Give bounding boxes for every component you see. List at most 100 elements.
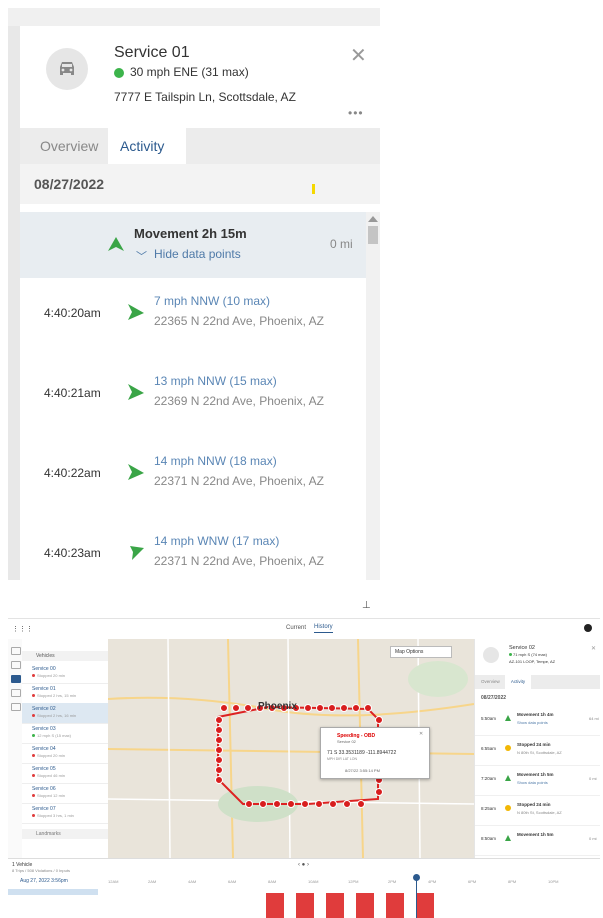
close-icon[interactable]: ✕ [419, 731, 423, 737]
vehicle-list-status: Stopped 2 hrs, 15 min [37, 693, 77, 698]
vehicle-list-status: 12 mph S (15 max) [37, 733, 72, 738]
speeding-marker[interactable] [273, 800, 281, 808]
landmarks-header[interactable] [22, 829, 108, 839]
tab-history[interactable]: History [314, 624, 333, 633]
activity-title: Movement 1h 4m [517, 712, 554, 717]
speeding-marker[interactable] [329, 800, 337, 808]
rail-landmark-icon[interactable] [11, 689, 21, 697]
timeline-tick: 4AM [188, 879, 197, 884]
map[interactable]: Map Options Phoenix Speeding - OBD Servi… [108, 639, 474, 858]
tab-current[interactable]: Current [286, 625, 306, 631]
close-icon[interactable]: ✕ [350, 46, 367, 66]
trip-bar[interactable] [326, 893, 344, 918]
scroll-thumb[interactable] [368, 226, 378, 244]
map-options-dropdown[interactable]: Map Options [390, 646, 452, 658]
scroll-up-icon[interactable] [368, 216, 378, 222]
vehicle-list-item[interactable]: Service 05 Stopped 46 min [22, 763, 108, 784]
timeline-selected-vehicle[interactable] [8, 889, 98, 895]
data-point-speed: 14 mph NNW (18 max) [154, 454, 277, 468]
timeline-tick: 6AM [228, 879, 237, 884]
vehicle-list-item[interactable]: Service 02 Stopped 2 hrs, 16 min [22, 703, 108, 724]
activity-time: 6:55am [481, 746, 497, 751]
speeding-marker[interactable] [375, 716, 383, 724]
show-data-points-link[interactable]: Show data points [517, 780, 548, 785]
vehicles-header[interactable] [22, 651, 108, 661]
timeline-tick: 8AM [268, 879, 277, 884]
timeline-summary: 8 Trips / 508 Violations / 0 Inputs [12, 868, 70, 873]
app-grid-icon[interactable]: ⋮⋮⋮ [12, 625, 33, 633]
speeding-marker[interactable] [343, 800, 351, 808]
speeding-marker[interactable] [316, 704, 324, 712]
show-data-points-link[interactable]: Show data points [517, 720, 548, 725]
status-dot-icon [114, 68, 124, 78]
speeding-marker[interactable] [215, 756, 223, 764]
speeding-marker[interactable] [328, 704, 336, 712]
vehicle-list-item[interactable]: Service 04 Stopped 20 min [22, 743, 108, 764]
trip-bar[interactable] [266, 893, 284, 918]
tab-activity[interactable]: Activity [108, 128, 186, 164]
vehicle-list-item[interactable]: Service 06 Stopped 12 min [22, 783, 108, 804]
speeding-marker[interactable] [304, 704, 312, 712]
close-icon[interactable]: ✕ [591, 645, 596, 652]
speeding-marker[interactable] [352, 704, 360, 712]
trip-bar[interactable] [386, 893, 404, 918]
vehicle-list-item[interactable]: Service 00 Stopped 20 min [22, 663, 108, 684]
speeding-marker[interactable] [215, 766, 223, 774]
vehicle-list-item[interactable]: Service 07 Stopped 3 hrs, 1 min [22, 803, 108, 824]
trip-bar[interactable] [356, 893, 374, 918]
activity-row[interactable]: 5:50am Movement 1h 4m Show data points 64 m… [475, 705, 600, 736]
data-point-row[interactable]: 4:40:23am 14 mph WNW (17 max) 22371 N 22… [20, 518, 366, 580]
speeding-marker[interactable] [232, 704, 240, 712]
tab-activity[interactable]: Activity [505, 675, 531, 689]
speeding-marker[interactable] [287, 800, 295, 808]
trip-bar[interactable] [416, 893, 434, 918]
status-dot-icon [32, 754, 35, 757]
speeding-marker[interactable] [375, 788, 383, 796]
speeding-marker[interactable] [259, 800, 267, 808]
playback-controls[interactable]: ‹ ● › [298, 862, 309, 868]
vehicle-list-item[interactable]: Service 01 Stopped 2 hrs, 15 min [22, 683, 108, 704]
speeding-marker[interactable] [220, 704, 228, 712]
vehicle-list-item[interactable]: Service 03 12 mph S (15 max) [22, 723, 108, 744]
vehicle-list-name: Service 02 [32, 706, 56, 712]
activity-title: Stopped 24 min [517, 802, 551, 807]
speeding-marker[interactable] [364, 704, 372, 712]
speeding-marker[interactable] [215, 736, 223, 744]
activity-row[interactable]: 6:55am Stopped 24 min N 80th St, Scottsdal… [475, 735, 600, 766]
tab-overview[interactable]: Overview [28, 128, 110, 164]
timeline-cursor[interactable] [416, 877, 417, 918]
landmarks-label: Landmarks [36, 831, 61, 837]
speeding-marker[interactable] [315, 800, 323, 808]
speeding-marker[interactable] [245, 800, 253, 808]
tab-bar: Overview Activity [20, 128, 380, 164]
yellow-marker [312, 184, 315, 194]
activity-row[interactable]: 8:25am Stopped 24 min N 80th St, Scottsdal… [475, 795, 600, 826]
speeding-marker[interactable] [244, 704, 252, 712]
speeding-marker[interactable] [340, 704, 348, 712]
speeding-marker[interactable] [215, 716, 223, 724]
timeline-cursor-handle[interactable] [413, 874, 420, 881]
rail-map-icon[interactable] [11, 647, 21, 655]
activity-row[interactable]: 8:50am Movement 1h 5m 0 mi [475, 825, 600, 856]
speeding-marker[interactable] [215, 726, 223, 734]
timeline-date[interactable]: Aug 27, 2022 3:56pm [20, 878, 68, 884]
movement-row[interactable]: Movement 2h 15m ﹀ Hide data points 0 mi [20, 212, 366, 278]
rail-reports-icon[interactable] [11, 703, 21, 711]
speeding-marker[interactable] [357, 800, 365, 808]
hide-data-points-link[interactable]: Hide data points [154, 247, 241, 261]
tab-overview[interactable]: Overview [481, 679, 500, 684]
data-point-row[interactable]: 4:40:22am 14 mph NNW (18 max) 22371 N 22… [20, 438, 366, 518]
rail-list-icon[interactable] [11, 661, 21, 669]
data-point-row[interactable]: 4:40:20am 7 mph NNW (10 max) 22365 N 22n… [20, 278, 366, 358]
activity-row[interactable]: 7:20am Movement 1h 5m Show data points 0 mi [475, 765, 600, 796]
user-avatar[interactable] [584, 624, 592, 632]
scrollbar[interactable] [366, 212, 380, 580]
trip-bar[interactable] [296, 893, 314, 918]
speeding-marker[interactable] [215, 776, 223, 784]
speeding-marker[interactable] [301, 800, 309, 808]
data-point-row[interactable]: 4:40:21am 13 mph NNW (15 max) 22369 N 22… [20, 358, 366, 438]
rail-history-icon[interactable] [11, 675, 21, 683]
speeding-marker[interactable] [215, 746, 223, 754]
list-toolbar [22, 639, 108, 651]
more-options-icon[interactable]: ••• [348, 106, 364, 120]
